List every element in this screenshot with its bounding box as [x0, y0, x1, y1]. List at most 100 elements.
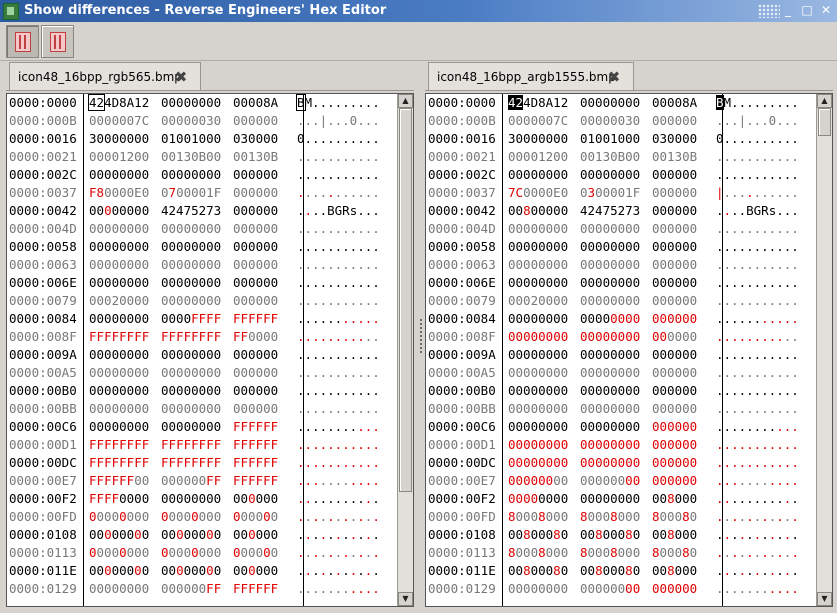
- hex-bytes[interactable]: 80008000: [508, 508, 568, 526]
- hex-row[interactable]: 0000:004D 00000000 00000000 000000.........…: [426, 220, 816, 238]
- hex-row[interactable]: 0000:0037 F80000E0 0700001F 000000.........…: [7, 184, 397, 202]
- hex-row[interactable]: 0000:00F2 FFFF0000 00000000 000000.........…: [7, 490, 397, 508]
- hex-bytes[interactable]: 000000: [233, 364, 278, 382]
- hex-bytes[interactable]: 00800080: [508, 562, 568, 580]
- hex-bytes[interactable]: 00000000: [161, 508, 221, 526]
- hex-bytes[interactable]: 00130B00: [580, 148, 640, 166]
- hex-row[interactable]: 0000:00D1 FFFFFFFF FFFFFFFF FFFFFF.........…: [7, 436, 397, 454]
- ascii-text[interactable]: ...........: [716, 346, 799, 364]
- hex-bytes[interactable]: 0300001F: [580, 184, 640, 202]
- hex-bytes[interactable]: 00800080: [508, 526, 568, 544]
- hex-row[interactable]: 0000:0058 00000000 00000000 000000.........…: [7, 238, 397, 256]
- hex-bytes[interactable]: 000000: [652, 202, 697, 220]
- hex-row[interactable]: 0000:00F2 00000000 00000000 008000.........…: [426, 490, 816, 508]
- hex-bytes[interactable]: 00000030: [580, 112, 640, 130]
- hex-grid-right[interactable]: 0000:0000 424D8A12 00000000 00008A BM.......…: [425, 93, 833, 607]
- hex-bytes[interactable]: 00008A: [233, 94, 278, 112]
- hex-row[interactable]: 0000:00C6 00000000 00000000 000000.........…: [426, 418, 816, 436]
- hex-bytes[interactable]: 00000000: [580, 418, 640, 436]
- hex-bytes[interactable]: 00000000: [508, 310, 568, 328]
- hex-bytes[interactable]: FFFFFF: [233, 454, 278, 472]
- hex-bytes[interactable]: 80008000: [580, 544, 640, 562]
- hex-row[interactable]: 0000:00FD 00000000 00000000 000000.........…: [7, 508, 397, 526]
- ascii-text[interactable]: 0..........: [716, 130, 799, 148]
- hex-bytes[interactable]: 000000: [233, 400, 278, 418]
- hex-bytes[interactable]: 000000: [652, 418, 697, 436]
- ascii-text[interactable]: ...........: [716, 472, 799, 490]
- hex-row[interactable]: 0000:0063 00000000 00000000 000000.........…: [7, 256, 397, 274]
- hex-bytes[interactable]: 000000: [233, 112, 278, 130]
- hex-bytes[interactable]: 00000030: [161, 112, 221, 130]
- hex-row[interactable]: 0000:004D 00000000 00000000 000000.........…: [7, 220, 397, 238]
- hex-row[interactable]: 0000:0063 00000000 00000000 000000.........…: [426, 256, 816, 274]
- hex-bytes[interactable]: FF0000: [233, 328, 278, 346]
- hex-bytes[interactable]: 0000007C: [89, 112, 149, 130]
- scroll-thumb[interactable]: [399, 108, 412, 492]
- ascii-text[interactable]: BM.........: [716, 94, 799, 112]
- hex-bytes[interactable]: 42475273: [161, 202, 221, 220]
- ascii-text[interactable]: ...........: [297, 436, 380, 454]
- hex-bytes[interactable]: 00000000: [580, 274, 640, 292]
- hex-bytes[interactable]: 000000: [652, 580, 697, 598]
- hex-row[interactable]: 0000:0037 7C0000E0 0300001F 000000 |........…: [426, 184, 816, 202]
- hex-row[interactable]: 0000:0084 00000000 0000FFFF FFFFFF.........…: [7, 310, 397, 328]
- hex-row[interactable]: 0000:011E 00800080 00800080 008000.........…: [426, 562, 816, 580]
- ascii-text[interactable]: ....BGRs...: [716, 202, 799, 220]
- hex-bytes[interactable]: 00000000: [508, 256, 568, 274]
- ascii-text[interactable]: ...........: [716, 400, 799, 418]
- ascii-text[interactable]: ...........: [716, 490, 799, 508]
- hex-row[interactable]: 0000:00B0 00000000 00000000 000000.........…: [426, 382, 816, 400]
- hex-bytes[interactable]: 00000000: [580, 292, 640, 310]
- hex-bytes[interactable]: 00000000: [580, 166, 640, 184]
- hex-bytes[interactable]: 00000000: [508, 382, 568, 400]
- hex-row[interactable]: 0000:00B0 00000000 00000000 000000.........…: [7, 382, 397, 400]
- ascii-text[interactable]: ...........: [297, 274, 380, 292]
- hex-bytes[interactable]: 30000000: [89, 130, 149, 148]
- hex-bytes[interactable]: 80008000: [580, 508, 640, 526]
- hex-row[interactable]: 0000:00E7 00000000 00000000 000000.........…: [426, 472, 816, 490]
- hex-bytes[interactable]: 000000: [652, 364, 697, 382]
- hex-bytes[interactable]: 000000: [233, 292, 278, 310]
- ascii-text[interactable]: ...........: [297, 508, 380, 526]
- hex-bytes[interactable]: 00000000: [580, 490, 640, 508]
- hex-bytes[interactable]: 00000000: [580, 220, 640, 238]
- ascii-text[interactable]: ...........: [716, 436, 799, 454]
- hex-bytes[interactable]: 00000000: [161, 166, 221, 184]
- hex-row[interactable]: 0000:00DC FFFFFFFF FFFFFFFF FFFFFF.........…: [7, 454, 397, 472]
- hex-bytes[interactable]: 000000: [652, 166, 697, 184]
- hex-bytes[interactable]: 000000: [233, 562, 278, 580]
- hex-bytes[interactable]: 00000000: [580, 238, 640, 256]
- ascii-text[interactable]: ...........: [297, 418, 380, 436]
- hex-bytes[interactable]: 0000007C: [508, 112, 568, 130]
- hex-row[interactable]: 0000:00D1 00000000 00000000 000000.........…: [426, 436, 816, 454]
- hex-bytes[interactable]: 00000000: [580, 472, 640, 490]
- ascii-text[interactable]: ...........: [297, 490, 380, 508]
- hex-bytes[interactable]: 000000: [233, 526, 278, 544]
- hex-bytes[interactable]: 000000: [652, 436, 697, 454]
- hex-bytes[interactable]: 00000000: [89, 562, 149, 580]
- hex-bytes[interactable]: 000000FF: [161, 580, 221, 598]
- ascii-text[interactable]: ...........: [716, 328, 799, 346]
- ascii-text[interactable]: ...........: [297, 148, 380, 166]
- hex-row[interactable]: 0000:008F 00000000 00000000 000000.........…: [426, 328, 816, 346]
- hex-bytes[interactable]: 000000: [652, 328, 697, 346]
- hex-bytes[interactable]: 00800000: [508, 202, 568, 220]
- scroll-up-arrow-icon[interactable]: ▲: [398, 94, 413, 108]
- hex-row[interactable]: 0000:0021 00001200 00130B00 00130B.........…: [7, 148, 397, 166]
- ascii-text[interactable]: ...........: [297, 454, 380, 472]
- hex-bytes[interactable]: 00000000: [161, 382, 221, 400]
- hex-bytes[interactable]: 00130B00: [161, 148, 221, 166]
- hex-bytes[interactable]: 00000000: [89, 238, 149, 256]
- hex-row[interactable]: 0000:0108 00800080 00800080 008000.........…: [426, 526, 816, 544]
- scroll-down-arrow-icon[interactable]: ▼: [398, 592, 413, 606]
- hex-bytes[interactable]: 00000000: [89, 400, 149, 418]
- hex-row[interactable]: 0000:00BB 00000000 00000000 000000.........…: [426, 400, 816, 418]
- ascii-text[interactable]: ...........: [297, 220, 380, 238]
- hex-bytes[interactable]: 7C0000E0: [508, 184, 568, 202]
- ascii-text[interactable]: ...........: [716, 382, 799, 400]
- ascii-text[interactable]: ...........: [297, 544, 380, 562]
- ascii-text[interactable]: ....BGRs...: [297, 202, 380, 220]
- hex-bytes[interactable]: FFFFFFFF: [89, 454, 149, 472]
- hex-row[interactable]: 0000:006E 00000000 00000000 000000.........…: [7, 274, 397, 292]
- ascii-text[interactable]: ...........: [297, 382, 380, 400]
